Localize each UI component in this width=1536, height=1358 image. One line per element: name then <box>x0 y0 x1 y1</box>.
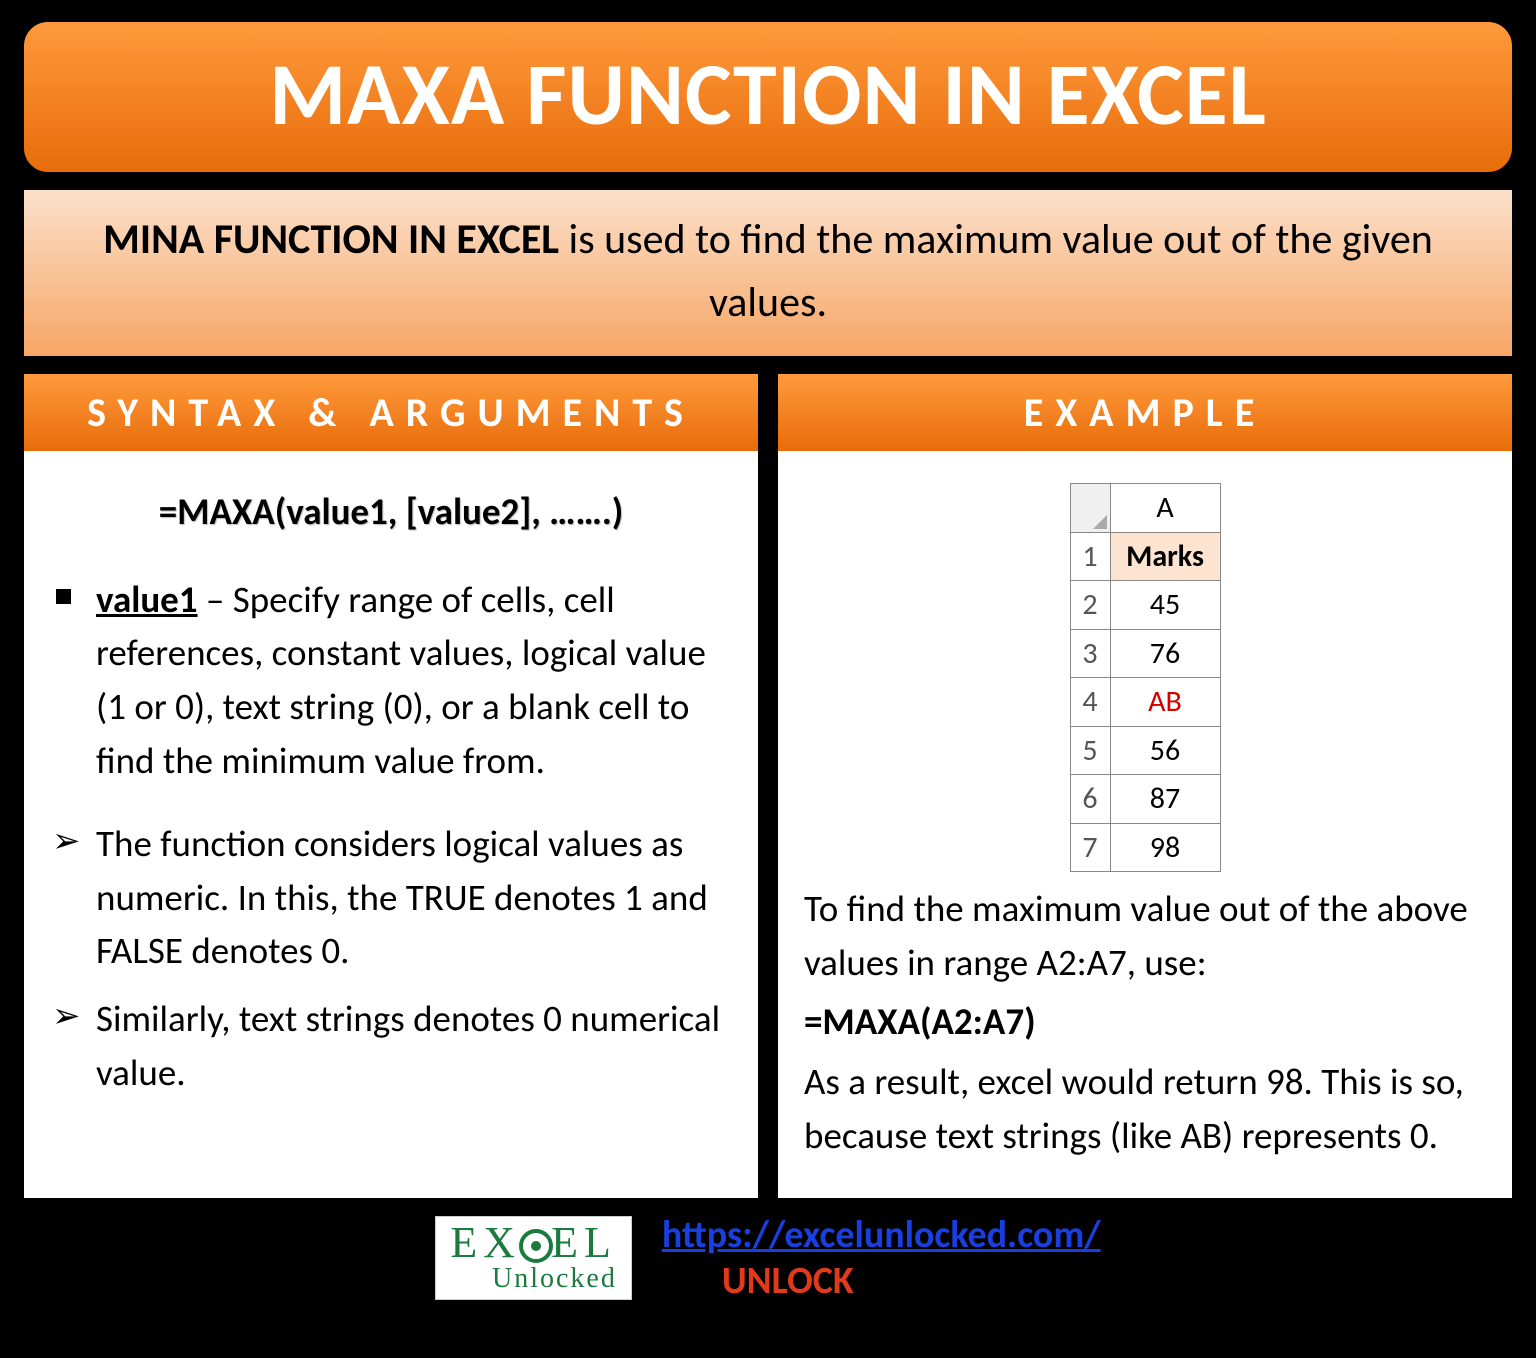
description-text: is used to find the maximum value out of… <box>559 214 1433 328</box>
note-item: The function considers logical values as… <box>50 817 732 978</box>
example-table: A 1Marks 245 376 4AB 556 687 798 <box>1070 483 1221 872</box>
table-cell: 45 <box>1110 581 1220 630</box>
arg-item: value1 – Specify range of cells, cell re… <box>50 573 732 788</box>
note-item: Similarly, text strings denotes 0 numeri… <box>50 992 732 1099</box>
syntax-formula: =MAXA(value1, [value2], …….) <box>50 485 732 539</box>
footer: EX EL Unlocked https://excelunlocked.com/… <box>22 1212 1514 1304</box>
table-cell: 76 <box>1110 629 1220 678</box>
table-corner <box>1070 484 1110 533</box>
logo: EX EL Unlocked <box>435 1216 631 1300</box>
example-formula: =MAXA(A2:A7) <box>804 995 1486 1049</box>
example-result: As a result, excel would return 98. This… <box>804 1055 1486 1162</box>
col-header: A <box>1110 484 1220 533</box>
keyhole-icon <box>519 1229 553 1263</box>
row-num: 3 <box>1070 629 1110 678</box>
page-title: MAXA FUNCTION IN EXCEL <box>22 20 1514 174</box>
unlock-label: UNLOCK <box>722 1258 854 1304</box>
description-bar: MINA FUNCTION IN EXCEL is used to find t… <box>22 188 1514 358</box>
example-panel: EXAMPLE A 1Marks 245 376 4AB 556 687 798… <box>776 372 1514 1200</box>
row-num: 4 <box>1070 678 1110 727</box>
example-text: To find the maximum value out of the abo… <box>804 882 1486 989</box>
syntax-panel: SYNTAX & ARGUMENTS =MAXA(value1, [value2… <box>22 372 760 1200</box>
row-num: 7 <box>1070 823 1110 872</box>
row-num: 2 <box>1070 581 1110 630</box>
row-num: 1 <box>1070 532 1110 581</box>
syntax-heading: SYNTAX & ARGUMENTS <box>24 374 758 451</box>
row-num: 6 <box>1070 775 1110 824</box>
table-cell-text: AB <box>1110 678 1220 727</box>
arg-name: value1 <box>96 577 198 622</box>
logo-text-left: EX <box>450 1218 521 1267</box>
table-cell: 87 <box>1110 775 1220 824</box>
logo-subtext: Unlocked <box>450 1265 616 1293</box>
site-link[interactable]: https://excelunlocked.com/ <box>662 1212 1101 1258</box>
row-num: 5 <box>1070 726 1110 775</box>
description-bold: MINA FUNCTION IN EXCEL <box>103 214 559 265</box>
table-cell: 56 <box>1110 726 1220 775</box>
table-cell: Marks <box>1110 532 1220 581</box>
example-heading: EXAMPLE <box>778 374 1512 451</box>
logo-text-right: EL <box>551 1218 617 1267</box>
table-cell: 98 <box>1110 823 1220 872</box>
